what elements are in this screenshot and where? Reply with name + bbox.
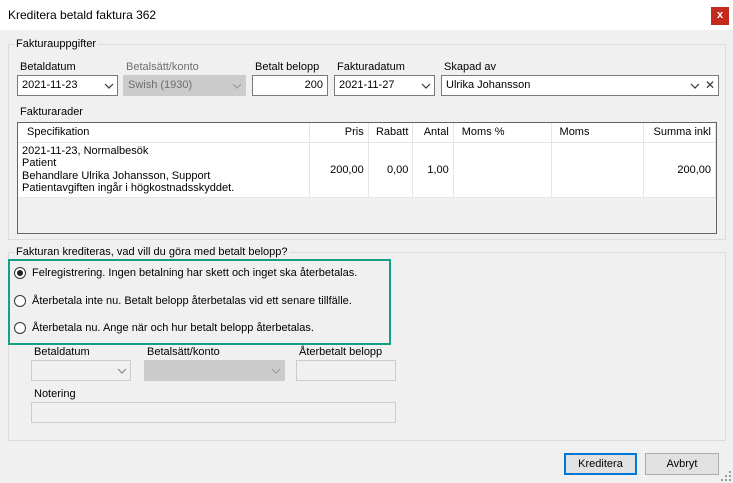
- skapad-av-value: Ulrika Johansson: [446, 79, 531, 91]
- spec-line: Patientavgiften ingår i högkostnadsskydd…: [22, 182, 235, 194]
- fakturadatum-value: 2021-11-27: [339, 79, 395, 91]
- radio-aterbetala-nu[interactable]: Återbetala nu. Ange när och hur betalt b…: [14, 320, 384, 338]
- radio-icon[interactable]: [14, 322, 26, 334]
- column-header[interactable]: Moms: [551, 123, 645, 143]
- skapad-av-label: Skapad av: [444, 61, 496, 73]
- close-icon: x: [716, 9, 724, 21]
- radio-aterbetala-inte-nu[interactable]: Återbetala inte nu. Betalt belopp återbe…: [14, 293, 384, 311]
- chevron-down-icon: [115, 361, 129, 380]
- notering-label: Notering: [34, 388, 76, 400]
- chevron-down-icon[interactable]: [688, 76, 702, 95]
- refund-betaldatum-dropdown: [31, 360, 131, 381]
- spec-cell: 2021-11-23, Normalbesök Patient Behandla…: [18, 142, 311, 198]
- belopp-label: Betalt belopp: [255, 61, 320, 73]
- fakturadatum-dropdown[interactable]: 2021-11-27: [334, 75, 435, 96]
- avbryt-button[interactable]: Avbryt: [645, 453, 719, 475]
- column-header[interactable]: Summa inkl: [643, 123, 716, 143]
- radio-label: Felregistrering. Ingen betalning har ske…: [32, 267, 358, 279]
- radio-selected-icon[interactable]: [14, 267, 26, 279]
- column-header[interactable]: Antal: [412, 123, 454, 143]
- fakturarader-label: Fakturarader: [20, 106, 83, 118]
- column-header[interactable]: Rabatt: [368, 123, 414, 143]
- chevron-down-icon: [102, 76, 116, 95]
- refund-belopp-input: [296, 360, 396, 381]
- radio-label: Återbetala inte nu. Betalt belopp återbe…: [32, 295, 352, 307]
- chevron-down-icon: [269, 361, 283, 380]
- column-header[interactable]: Specifikation: [18, 123, 311, 143]
- moms-cell: [551, 142, 645, 198]
- column-header[interactable]: Pris: [309, 123, 369, 143]
- betaldatum-dropdown[interactable]: 2021-11-23: [17, 75, 118, 96]
- radio-label: Återbetala nu. Ange när och hur betalt b…: [32, 322, 314, 334]
- table-header-row: Specifikation Pris Rabatt Antal Moms % M…: [18, 123, 716, 143]
- chevron-down-icon: [419, 76, 433, 95]
- kreditera-button[interactable]: Kreditera: [564, 453, 637, 475]
- moms-pct-cell: [453, 142, 552, 198]
- invoice-details-title: Fakturauppgifter: [14, 38, 99, 50]
- refund-betaldatum-label: Betaldatum: [34, 346, 90, 358]
- radio-felregistrering[interactable]: Felregistrering. Ingen betalning har ske…: [14, 265, 384, 283]
- close-button[interactable]: x: [711, 7, 729, 25]
- betalsatt-label: Betalsätt/konto: [126, 61, 199, 73]
- refund-betalsatt-label: Betalsätt/konto: [147, 346, 220, 358]
- table-row[interactable]: 2021-11-23, Normalbesök Patient Behandla…: [18, 142, 716, 198]
- rows-table: Specifikation Pris Rabatt Antal Moms % M…: [18, 123, 716, 198]
- credit-question: Fakturan krediteras, vad vill du göra me…: [14, 246, 290, 258]
- title-bar: Kreditera betald faktura 362 x: [0, 0, 733, 30]
- window-title: Kreditera betald faktura 362: [8, 8, 157, 22]
- belopp-value: 200: [304, 79, 323, 91]
- clear-icon[interactable]: ✕: [704, 76, 716, 95]
- column-header[interactable]: Moms %: [453, 123, 552, 143]
- refund-betalsatt-dropdown: [144, 360, 285, 381]
- spec-line: Patient: [22, 157, 57, 169]
- refund-belopp-label: Återbetalt belopp: [299, 346, 383, 358]
- invoice-rows-table[interactable]: Specifikation Pris Rabatt Antal Moms % M…: [17, 122, 717, 234]
- betalsatt-value: Swish (1930): [128, 79, 193, 91]
- notering-input: [31, 402, 396, 423]
- spec-line: 2021-11-23, Normalbesök: [22, 144, 149, 157]
- antal-cell: 1,00: [412, 142, 454, 198]
- pris-cell: 200,00: [309, 142, 369, 198]
- spec-line: Behandlare Ulrika Johansson, Support: [22, 169, 211, 182]
- radio-icon[interactable]: [14, 295, 26, 307]
- summa-cell: 200,00: [643, 142, 716, 198]
- chevron-down-icon: [230, 76, 244, 95]
- belopp-input[interactable]: 200: [252, 75, 328, 96]
- rabatt-cell: 0,00: [368, 142, 414, 198]
- size-grip-icon[interactable]: [721, 471, 731, 481]
- betaldatum-label: Betaldatum: [20, 61, 76, 73]
- fakturadatum-label: Fakturadatum: [337, 61, 405, 73]
- skapad-av-dropdown[interactable]: Ulrika Johansson ✕: [441, 75, 719, 96]
- betaldatum-value: 2021-11-23: [22, 79, 78, 91]
- betalsatt-dropdown: Swish (1930): [123, 75, 246, 96]
